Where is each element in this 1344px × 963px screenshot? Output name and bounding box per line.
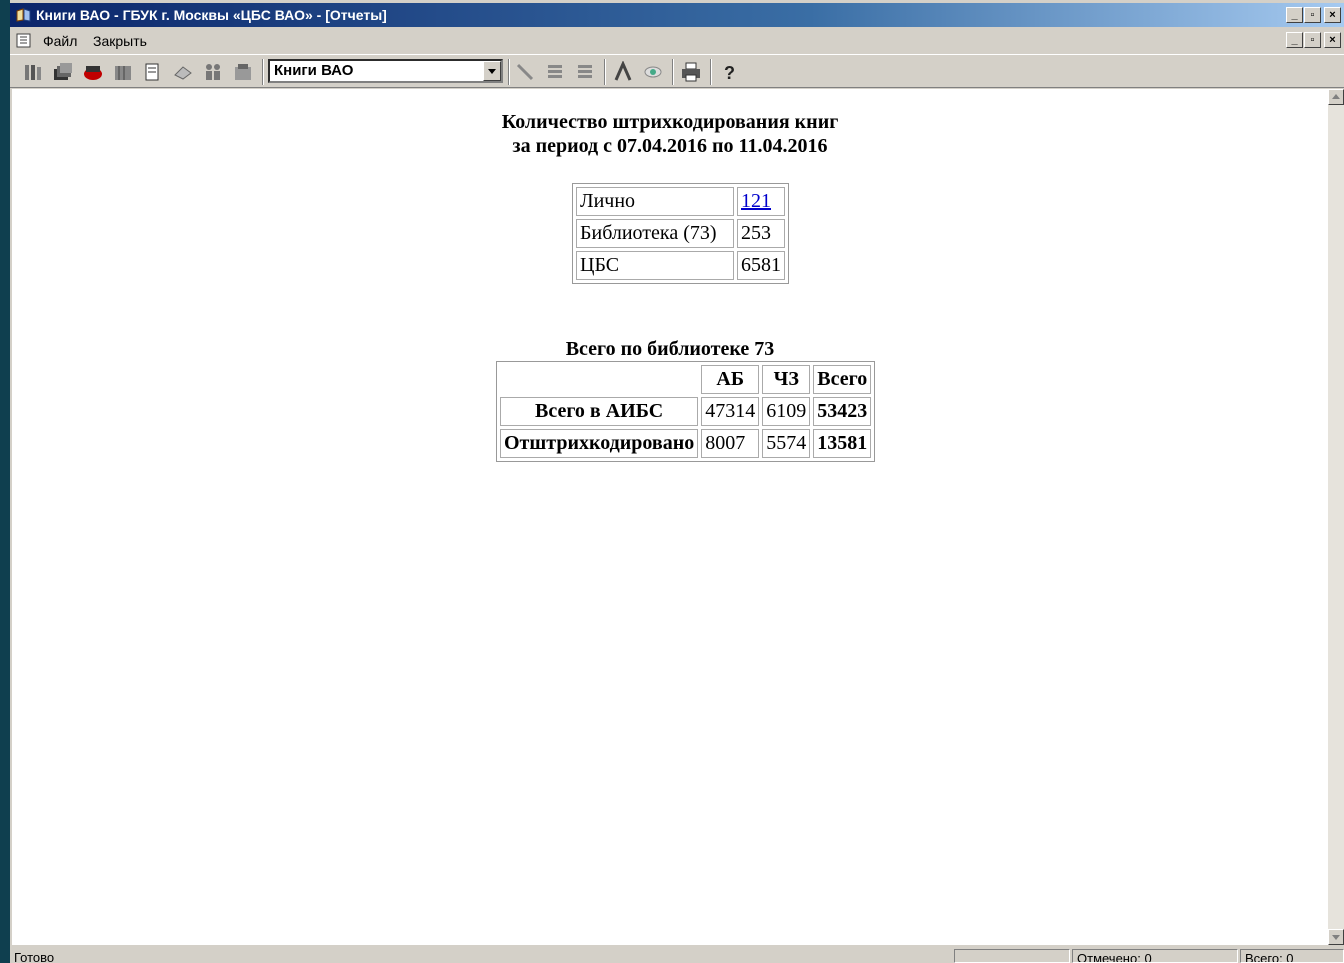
pen-icon[interactable] (514, 61, 536, 83)
red-books-icon[interactable] (82, 61, 104, 83)
child-close-button[interactable]: × (1324, 32, 1341, 48)
stack-alt-icon[interactable] (574, 61, 596, 83)
catalog-select-value: Книги ВАО (274, 62, 354, 79)
summary-label: ЦБС (576, 251, 734, 280)
menu-close[interactable]: Закрыть (89, 28, 151, 54)
column-header-empty (500, 365, 698, 394)
toolbar-separator (604, 59, 606, 85)
summary-table: Лично 121 Библиотека (73) 253 ЦБС 6581 (572, 183, 789, 284)
menu-bar: Файл Закрыть _ ▫ × (10, 28, 1344, 54)
app-book-icon (16, 8, 31, 22)
card-files-icon[interactable] (52, 61, 74, 83)
report-view: Количество штрихкодирования книг за пери… (12, 89, 1328, 945)
title-bar[interactable]: Книги ВАО - ГБУК г. Москвы «ЦБС ВАО» - [… (10, 3, 1344, 27)
print-icon[interactable] (680, 61, 702, 83)
desktop-background (0, 0, 10, 963)
column-header-ab: АБ (701, 365, 760, 394)
personal-count-link[interactable]: 121 (741, 190, 771, 212)
stack-icon[interactable] (544, 61, 566, 83)
library-table: АБ ЧЗ Всего Всего в АИБС 47314 6109 5342… (496, 361, 876, 462)
status-ready: Готово (14, 950, 55, 963)
eye-icon[interactable] (642, 61, 664, 83)
font-icon[interactable] (612, 61, 634, 83)
child-restore-button[interactable]: ▫ (1304, 32, 1321, 48)
column-header-total: Всего (813, 365, 872, 394)
archive-icon[interactable] (232, 61, 254, 83)
summary-label: Лично (576, 187, 734, 216)
library-title: Всего по библиотеке 73 (565, 338, 775, 360)
summary-value: 253 (737, 219, 785, 248)
table-row: Всего в АИБС 47314 6109 53423 (500, 397, 872, 426)
menu-file[interactable]: Файл (39, 28, 81, 54)
eraser-icon[interactable] (172, 61, 194, 83)
restore-button[interactable]: ▫ (1304, 7, 1321, 23)
cell-chz: 6109 (762, 397, 811, 426)
report-period: за период с 07.04.2016 по 11.04.2016 (512, 135, 828, 157)
minimize-button[interactable]: _ (1286, 7, 1303, 23)
row-label: Отштрихкодировано (500, 429, 699, 458)
document-icon[interactable] (16, 33, 31, 48)
toolbar: Книги ВАО ? (10, 54, 1344, 88)
chevron-up-icon (1332, 94, 1340, 99)
table-row: Лично 121 (576, 187, 785, 216)
table-row: Отштрихкодировано 8007 5574 13581 (500, 429, 872, 458)
cell-total: 13581 (813, 429, 872, 458)
status-bar: Готово Отмечено: 0 Всего: 0 (10, 947, 1344, 963)
main-window: Книги ВАО - ГБУК г. Москвы «ЦБС ВАО» - [… (10, 0, 1344, 963)
scroll-up-button[interactable] (1328, 89, 1344, 105)
toolbar-separator (508, 59, 510, 85)
toolbar-separator (672, 59, 674, 85)
cell-total: 53423 (813, 397, 872, 426)
table-row: ЦБС 6581 (576, 251, 785, 280)
toolbar-separator (710, 59, 712, 85)
svg-text:?: ? (724, 63, 735, 83)
summary-value[interactable]: 121 (737, 187, 785, 216)
table-header-row: АБ ЧЗ Всего (500, 365, 872, 394)
books-icon[interactable] (22, 61, 44, 83)
scroll-down-button[interactable] (1328, 929, 1344, 945)
row-label: Всего в АИБС (500, 397, 699, 426)
cell-chz: 5574 (762, 429, 811, 458)
shelf-icon[interactable] (112, 61, 134, 83)
document-edit-icon[interactable] (142, 61, 164, 83)
toolbar-separator (262, 59, 264, 85)
summary-value: 6581 (737, 251, 785, 280)
chevron-down-icon (1332, 935, 1340, 940)
summary-label: Библиотека (73) (576, 219, 734, 248)
cell-ab: 8007 (701, 429, 760, 458)
help-icon[interactable]: ? (718, 61, 740, 83)
window-title: Книги ВАО - ГБУК г. Москвы «ЦБС ВАО» - [… (36, 7, 387, 23)
table-row: Библиотека (73) 253 (576, 219, 785, 248)
people-icon[interactable] (202, 61, 224, 83)
cell-ab: 47314 (701, 397, 760, 426)
report-title: Количество штрихкодирования книг (501, 111, 839, 133)
status-marked: Отмечено: 0 (1072, 949, 1238, 963)
child-minimize-button[interactable]: _ (1286, 32, 1303, 48)
status-total: Всего: 0 (1240, 949, 1344, 963)
status-panel-empty (954, 949, 1070, 963)
catalog-select[interactable]: Книги ВАО (268, 59, 503, 83)
close-button[interactable]: × (1324, 7, 1341, 23)
column-header-chz: ЧЗ (762, 365, 811, 394)
vertical-scrollbar[interactable] (1328, 89, 1344, 945)
chevron-down-icon[interactable] (483, 61, 501, 81)
